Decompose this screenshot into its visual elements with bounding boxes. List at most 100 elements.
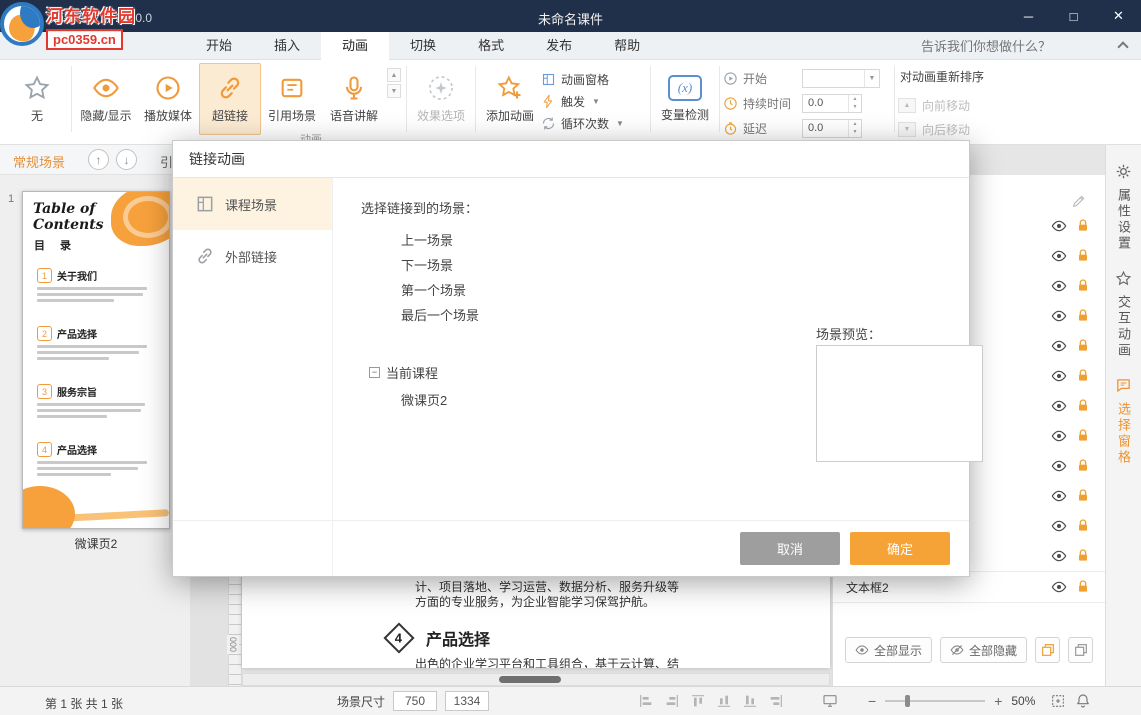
tab-publish[interactable]: 发布 — [525, 32, 593, 60]
lock-icon[interactable] — [1075, 458, 1091, 474]
visibility-eye-icon[interactable] — [1051, 248, 1067, 264]
add-animation-button[interactable]: 添加动画 — [479, 63, 541, 135]
tab-help[interactable]: 帮助 — [593, 32, 661, 60]
scene-width-input[interactable] — [393, 691, 437, 711]
visibility-eye-icon[interactable] — [1051, 548, 1067, 564]
option-previous-scene[interactable]: 上一场景 — [401, 228, 479, 253]
tab-regular-scenes[interactable]: 常规场景 — [13, 152, 65, 171]
visibility-eye-icon[interactable] — [1051, 368, 1067, 384]
align-top-icon[interactable] — [716, 693, 732, 709]
delay-stepper[interactable]: 0.0 ▲▼ — [802, 119, 862, 138]
loop-count-button[interactable]: 循环次数 ▼ — [541, 114, 647, 132]
move-scene-up-button[interactable]: ↑ — [88, 149, 109, 170]
hide-show-button[interactable]: 隐藏/显示 — [75, 63, 137, 135]
option-next-scene[interactable]: 下一场景 — [401, 253, 479, 278]
pencil-icon[interactable] — [1071, 193, 1087, 209]
bell-icon[interactable] — [1075, 693, 1091, 709]
step-up-icon[interactable]: ▲ — [849, 95, 861, 104]
lock-icon[interactable] — [1075, 248, 1091, 264]
visibility-eye-icon[interactable] — [1051, 218, 1067, 234]
horizontal-scrollbar[interactable]: ▼ — [242, 673, 830, 686]
trigger-button[interactable]: 触发 ▼ — [541, 92, 647, 110]
scrollbar-thumb[interactable] — [499, 676, 561, 683]
tab-insert[interactable]: 插入 — [253, 32, 321, 60]
nav-item-course-scene[interactable]: 课程场景 — [173, 178, 332, 230]
zoom-out-button[interactable]: − — [868, 692, 876, 710]
duration-stepper[interactable]: 0.0 ▲▼ — [802, 94, 862, 113]
reference-scene-button[interactable]: 引用场景 — [261, 63, 323, 135]
visibility-eye-icon[interactable] — [1051, 308, 1067, 324]
step-up-icon[interactable]: ▲ — [849, 120, 861, 129]
visibility-eye-icon[interactable] — [1051, 338, 1067, 354]
lock-icon[interactable] — [1075, 368, 1091, 384]
bring-forward-button[interactable] — [1035, 637, 1060, 663]
send-backward-button[interactable] — [1068, 637, 1093, 663]
lock-icon[interactable] — [1075, 398, 1091, 414]
sidebar-item-properties[interactable]: 属性设置 — [1106, 163, 1141, 252]
animation-pane-button[interactable]: 动画窗格 — [541, 70, 647, 88]
sidebar-item-selection-pane[interactable]: 选择窗格 — [1106, 377, 1141, 466]
scene-height-input[interactable] — [445, 691, 489, 711]
lock-icon[interactable] — [1075, 218, 1091, 234]
visibility-eye-icon[interactable] — [1051, 428, 1067, 444]
nav-item-external-link[interactable]: 外部链接 — [173, 230, 332, 282]
visibility-eye-icon[interactable] — [1051, 579, 1067, 595]
zoom-in-button[interactable]: + — [994, 692, 1002, 710]
lock-icon[interactable] — [1075, 579, 1091, 595]
sidebar-item-interaction[interactable]: 交互动画 — [1106, 270, 1141, 359]
zoom-slider[interactable] — [885, 700, 985, 702]
play-media-button[interactable]: 播放媒体 — [137, 63, 199, 135]
gallery-scroll-down-icon[interactable]: ▼ — [387, 84, 401, 98]
close-button[interactable]: ✕ — [1096, 0, 1141, 32]
fit-screen-icon[interactable] — [1050, 693, 1066, 709]
collapse-ribbon-icon[interactable] — [1117, 41, 1128, 52]
step-down-icon[interactable]: ▼ — [849, 128, 861, 137]
ok-button[interactable]: 确定 — [850, 532, 950, 565]
option-last-scene[interactable]: 最后一个场景 — [401, 303, 479, 328]
canvas-heading: 4 产品选择 — [388, 626, 490, 650]
option-first-scene[interactable]: 第一个场景 — [401, 278, 479, 303]
align-bottom-icon[interactable] — [768, 693, 784, 709]
lock-icon[interactable] — [1075, 338, 1091, 354]
lock-icon[interactable] — [1075, 518, 1091, 534]
align-middle-icon[interactable] — [742, 693, 758, 709]
align-center-icon[interactable] — [664, 693, 680, 709]
search-input[interactable] — [921, 35, 1101, 57]
tab-start[interactable]: 开始 — [185, 32, 253, 60]
zoom-slider-handle[interactable] — [905, 695, 910, 707]
animation-none-button[interactable]: 无 — [6, 63, 68, 135]
tree-collapse-icon[interactable]: − — [369, 367, 380, 378]
visibility-eye-icon[interactable] — [1051, 518, 1067, 534]
start-mode-select[interactable]: ▼ — [802, 69, 880, 88]
visibility-eye-icon[interactable] — [1051, 458, 1067, 474]
voice-narration-button[interactable]: 语音讲解 — [323, 63, 385, 135]
variable-check-button[interactable]: (x) 变量检测 — [654, 63, 716, 135]
tree-node-current-course[interactable]: − 当前课程 — [369, 363, 447, 382]
tab-transition[interactable]: 切换 — [389, 32, 457, 60]
lock-icon[interactable] — [1075, 278, 1091, 294]
minimize-button[interactable]: ─ — [1006, 0, 1051, 32]
cancel-button[interactable]: 取消 — [740, 532, 840, 565]
step-down-icon[interactable]: ▼ — [849, 103, 861, 112]
tab-format[interactable]: 格式 — [457, 32, 525, 60]
lock-icon[interactable] — [1075, 428, 1091, 444]
slide-thumbnail[interactable]: Table ofContents 目 录 1关于我们 2产品选择 3服务宗旨 4… — [22, 191, 170, 529]
toc-item: 2产品选择 — [37, 326, 157, 363]
visibility-eye-icon[interactable] — [1051, 488, 1067, 504]
lock-icon[interactable] — [1075, 308, 1091, 324]
visibility-eye-icon[interactable] — [1051, 398, 1067, 414]
hyperlink-button[interactable]: 超链接 — [199, 63, 261, 135]
lock-icon[interactable] — [1075, 488, 1091, 504]
tree-node-scene-page[interactable]: 微课页2 — [401, 390, 447, 409]
show-all-button[interactable]: 全部显示 — [845, 637, 932, 663]
align-right-icon[interactable] — [690, 693, 706, 709]
gallery-scroll-up-icon[interactable]: ▲ — [387, 68, 401, 82]
lock-icon[interactable] — [1075, 548, 1091, 564]
preview-monitor-icon[interactable] — [822, 693, 838, 709]
tab-animation[interactable]: 动画 — [321, 32, 389, 60]
align-left-icon[interactable] — [638, 693, 654, 709]
move-scene-down-button[interactable]: ↓ — [116, 149, 137, 170]
hide-all-button[interactable]: 全部隐藏 — [940, 637, 1027, 663]
maximize-button[interactable]: □ — [1051, 0, 1096, 32]
visibility-eye-icon[interactable] — [1051, 278, 1067, 294]
